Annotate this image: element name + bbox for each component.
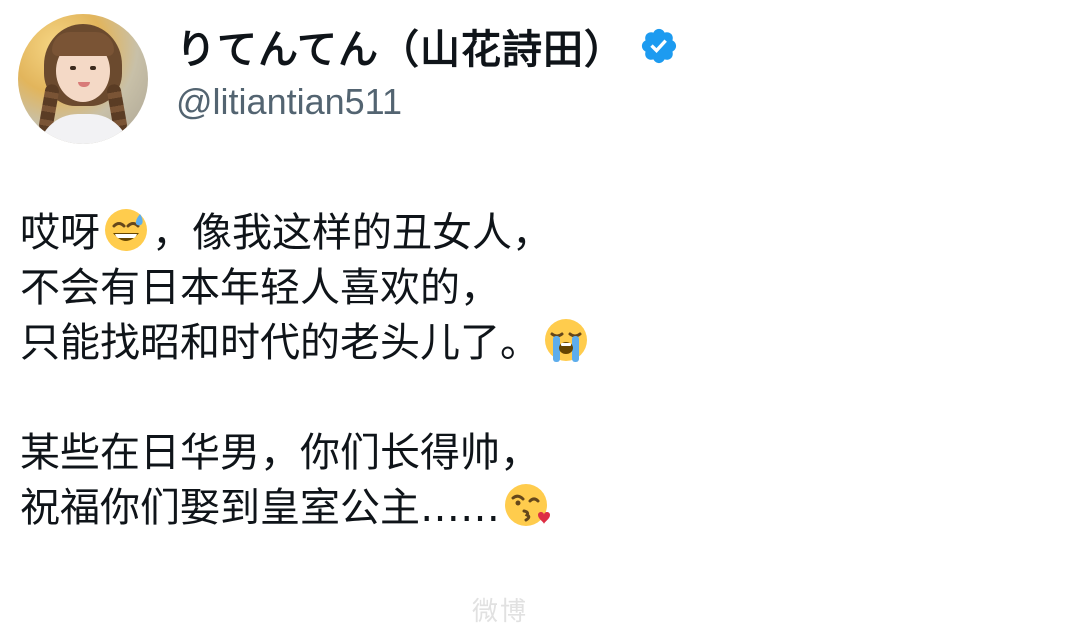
tweet-line-1: 哎呀 ，像我这样的丑女人， [20,206,592,261]
tweet-line-1-before: 哎呀 [20,210,100,256]
weibo-watermark: 微博 [472,597,529,627]
loudly-crying-emoji-icon [545,319,587,362]
verified-badge-icon [641,28,677,64]
avatar-eye-left [70,66,76,70]
display-name-row: りてんてん（山花詩田） [176,17,679,75]
sweat-smile-emoji-icon [105,209,147,251]
display-name[interactable]: りてんてん（山花詩田） [176,17,625,75]
tweet-line-1-after: ，像我这样的丑女人， [152,210,552,256]
tweet-line-3-before: 只能找昭和时代的老头儿了。 [20,320,540,366]
tweet-line-6: 祝福你们娶到皇室公主…… [20,481,592,536]
kissing-heart-emoji-icon [505,484,550,526]
avatar[interactable] [18,14,148,144]
tweet-line-2: 不会有日本年轻人喜欢的， [20,265,500,311]
name-block: りてんてん（山花詩田） @litiantian511 [176,17,679,123]
tweet-line-3: 只能找昭和时代的老头儿了。 [20,316,592,371]
tweet-header: りてんてん（山花詩田） @litiantian511 [18,14,679,144]
avatar-eye-right [90,66,96,70]
avatar-bangs [52,32,114,56]
tweet-line-6-before: 祝福你们娶到皇室公主…… [20,485,500,531]
tweet-body: 哎呀 ，像我这样的丑女人， 不会有日本年轻人喜欢的， 只能找昭和时代的老头儿了。… [20,206,592,536]
user-handle[interactable]: @litiantian511 [176,81,679,123]
tweet-line-5: 某些在日华男，你们长得帅， [20,430,540,476]
